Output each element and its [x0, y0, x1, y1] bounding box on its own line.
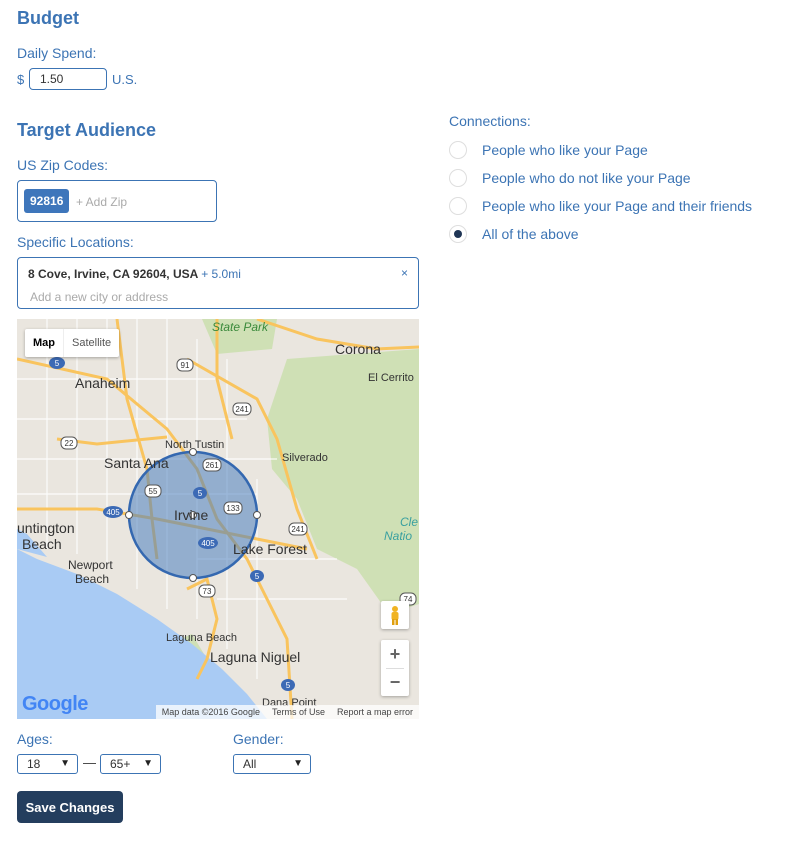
map-label-irvine: Irvine	[174, 507, 209, 523]
google-logo[interactable]: Google	[22, 693, 88, 716]
chevron-down-icon: ▼	[293, 758, 303, 769]
connection-option-label: All of the above	[482, 226, 579, 242]
chevron-down-icon: ▼	[143, 758, 153, 769]
svg-text:5: 5	[198, 489, 203, 498]
map-label-cleveland: Cle	[400, 515, 419, 529]
location-entry: 8 Cove, Irvine, CA 92604, USA + 5.0mi	[28, 267, 241, 281]
map-label-north-tustin: North Tustin	[165, 439, 225, 451]
radio-button[interactable]	[449, 169, 467, 187]
map-label-huntington: untington	[17, 520, 75, 536]
zip-chip[interactable]: 92816	[24, 189, 70, 213]
add-zip-input[interactable]	[74, 191, 208, 213]
connection-option-like[interactable]: People who like your Page	[449, 139, 648, 161]
save-changes-button[interactable]: Save Changes	[17, 791, 123, 823]
zip-codes-field[interactable]: 92816	[17, 180, 217, 222]
location-map[interactable]: 5 91 241 22 261 55 5 133 405 405 241 5 7…	[17, 319, 419, 719]
report-map-error-link[interactable]: Report a map error	[331, 705, 419, 719]
age-range-separator: —	[83, 755, 96, 770]
map-label-santa-ana: Santa Ana	[104, 455, 169, 471]
gender-select[interactable]: All ▼	[233, 754, 311, 774]
map-label-corona: Corona	[335, 341, 381, 357]
connection-option-label: People who do not like your Page	[482, 170, 691, 186]
connection-option-label: People who like your Page and their frie…	[482, 198, 753, 214]
map-label-huntington-beach: Beach	[22, 536, 62, 552]
age-min-value: 18	[27, 757, 41, 771]
shield-icon: 5	[49, 357, 65, 369]
svg-text:73: 73	[203, 587, 212, 596]
svg-text:261: 261	[205, 461, 219, 470]
connection-option-like-and-friends[interactable]: People who like your Page and their frie…	[449, 195, 752, 217]
map-label-cleveland-national: Natio	[384, 529, 413, 543]
connections-label: Connections:	[449, 113, 531, 129]
age-min-select[interactable]: 18 ▼	[17, 754, 78, 774]
map-label-state-park: State Park	[212, 320, 269, 334]
chevron-down-icon: ▼	[60, 758, 70, 769]
location-radius[interactable]: + 5.0mi	[201, 267, 241, 281]
remove-location-button[interactable]: ×	[401, 266, 408, 280]
svg-text:5: 5	[55, 359, 60, 368]
svg-text:241: 241	[235, 405, 249, 414]
zip-codes-label: US Zip Codes:	[17, 157, 109, 173]
map-label-laguna-beach: Laguna Beach	[166, 632, 237, 644]
connection-option-all[interactable]: All of the above	[449, 223, 579, 245]
map-label-el-cerrito: El Cerrito	[368, 372, 414, 384]
street-view-pegman-icon[interactable]	[381, 601, 409, 629]
zoom-in-button[interactable]: +	[381, 640, 409, 668]
gender-label: Gender:	[233, 731, 284, 747]
terms-of-use-link[interactable]: Terms of Use	[266, 705, 331, 719]
budget-heading: Budget	[17, 8, 79, 28]
currency-suffix: U.S.	[112, 72, 138, 87]
map-label-anaheim: Anaheim	[75, 375, 131, 391]
radio-button-selected[interactable]	[449, 225, 467, 243]
google-logo-text: Google	[22, 693, 88, 715]
target-audience-heading: Target Audience	[17, 120, 157, 140]
zoom-out-button[interactable]: −	[381, 668, 409, 696]
age-max-value: 65+	[110, 757, 131, 771]
gender-value: All	[243, 757, 257, 771]
daily-spend-label: Daily Spend:	[17, 45, 97, 61]
svg-text:91: 91	[181, 361, 190, 370]
svg-text:5: 5	[286, 681, 291, 690]
radio-button[interactable]	[449, 197, 467, 215]
radio-button[interactable]	[449, 141, 467, 159]
map-attribution: Map data ©2016 Google Terms of Use Repor…	[155, 705, 419, 719]
connection-option-not-like[interactable]: People who do not like your Page	[449, 167, 691, 189]
map-type-control: Map Satellite	[25, 329, 120, 357]
svg-text:241: 241	[291, 525, 305, 534]
svg-text:5: 5	[255, 572, 260, 581]
svg-text:133: 133	[226, 504, 240, 513]
map-label-laguna-niguel: Laguna Niguel	[210, 649, 301, 665]
ages-label: Ages:	[17, 731, 53, 747]
map-type-map-button[interactable]: Map	[25, 329, 64, 357]
add-location-input[interactable]	[28, 288, 392, 306]
location-address: 8 Cove, Irvine, CA 92604, USA	[28, 267, 198, 281]
map-data-credit: Map data ©2016 Google	[161, 707, 260, 717]
connection-option-label: People who like your Page	[482, 142, 648, 158]
svg-text:55: 55	[149, 487, 158, 496]
zoom-control: + −	[381, 640, 409, 696]
age-max-select[interactable]: 65+ ▼	[100, 754, 161, 774]
specific-locations-label: Specific Locations:	[17, 234, 134, 250]
map-label-lake-forest: Lake Forest	[233, 541, 307, 557]
specific-locations-field[interactable]: 8 Cove, Irvine, CA 92604, USA + 5.0mi ×	[17, 257, 419, 309]
daily-spend-input[interactable]	[29, 68, 107, 90]
map-type-satellite-button[interactable]: Satellite	[64, 329, 119, 357]
map-label-newport: Newport	[68, 558, 113, 572]
currency-symbol: $	[17, 72, 25, 87]
map-label-silverado: Silverado	[282, 452, 328, 464]
svg-text:405: 405	[106, 508, 120, 517]
svg-text:405: 405	[201, 539, 215, 548]
svg-text:22: 22	[65, 439, 74, 448]
map-label-newport-beach: Beach	[75, 572, 110, 586]
